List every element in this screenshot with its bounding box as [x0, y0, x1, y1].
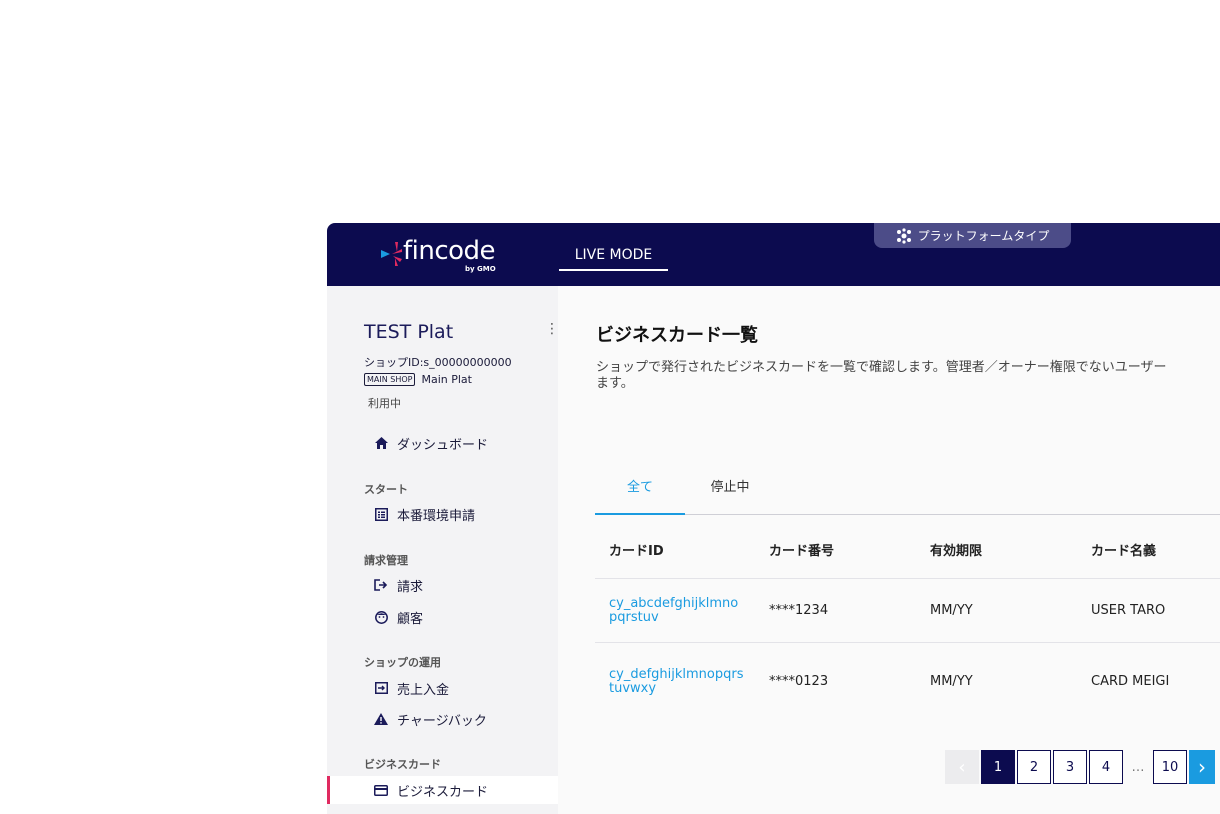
shop-id: ショップID:s_00000000000: [364, 356, 512, 369]
card-holder: USER TARO: [1091, 603, 1166, 618]
platform-type-badge: プラットフォームタイプ: [874, 223, 1071, 248]
sidebar-item-label: 顧客: [397, 611, 424, 627]
platform-badge-label: プラットフォームタイプ: [917, 229, 1050, 243]
table-row[interactable]: cy_defghijklmnopqrstuvwxy ****0123 MM/YY…: [595, 643, 1220, 721]
sidebar-item-sales-deposit[interactable]: 売上入金: [327, 674, 558, 702]
page-button-1[interactable]: 1: [981, 750, 1015, 784]
sidebar-item-business-card[interactable]: ビジネスカード: [327, 776, 558, 804]
tab-all[interactable]: 全て: [595, 475, 685, 515]
shop-status: 利用中: [368, 397, 401, 410]
sidebar-item-chargeback[interactable]: チャージバック: [327, 705, 558, 733]
card-expiry: MM/YY: [930, 674, 973, 689]
card-expiry: MM/YY: [930, 603, 973, 618]
deposit-icon: [374, 681, 388, 695]
page-title: ビジネスカード一覧: [596, 325, 758, 346]
card-number: ****0123: [769, 674, 829, 689]
column-card-holder[interactable]: カード名義: [1091, 540, 1156, 559]
table-header: カードID カード番号 有効期限 カード名義: [595, 516, 1220, 579]
nav-section-operations: ショップの運用: [364, 656, 441, 669]
sidebar-item-label: ビジネスカード: [397, 784, 489, 800]
shop-menu-icon[interactable]: ⋮: [545, 321, 559, 337]
sidebar-item-label: ダッシュボード: [397, 437, 489, 453]
page-button-4[interactable]: 4: [1089, 750, 1123, 784]
card-number: ****1234: [769, 603, 829, 618]
sidebar-item-dashboard[interactable]: ダッシュボード: [327, 429, 558, 457]
credit-card-icon: [374, 783, 388, 797]
nav-section-start: スタート: [364, 483, 408, 496]
sidebar-item-invoice[interactable]: 請求: [327, 571, 558, 599]
card-holder: CARD MEIGI: [1091, 674, 1170, 689]
page-description-line: ます。: [596, 376, 634, 391]
invoice-arrow-icon: [374, 578, 388, 592]
face-icon: [374, 610, 388, 624]
top-header: fincode by GMO LIVE MODE プラットフォームタイプ: [327, 223, 1220, 286]
main-shop-tag: MAIN SHOP: [364, 373, 416, 386]
sidebar-item-label: チャージバック: [397, 713, 487, 729]
platform-icon: [896, 227, 911, 244]
table-row[interactable]: cy_abcdefghijklmnopqrstuv ****1234 MM/YY…: [595, 579, 1220, 643]
page-button-10[interactable]: 10: [1153, 750, 1187, 784]
main-shop-row: MAIN SHOP Main Plat: [364, 373, 472, 386]
card-status-tabs: 全て 停止中: [595, 475, 1220, 515]
prev-page-button[interactable]: ‹: [945, 750, 979, 784]
list-document-icon: [374, 507, 388, 521]
sidebar-item-label: 売上入金: [397, 682, 450, 698]
card-id-link[interactable]: cy_defghijklmnopqrstuvwxy: [609, 668, 744, 696]
sidebar-item-label: 本番環境申請: [397, 508, 476, 524]
page-button-2[interactable]: 2: [1017, 750, 1051, 784]
card-id-link[interactable]: cy_abcdefghijklmnopqrstuv: [609, 597, 744, 625]
logo-by-gmo: by GMO: [465, 265, 496, 273]
app-window: fincode by GMO LIVE MODE プラットフォームタイプ TES…: [327, 223, 1220, 814]
column-card-id[interactable]: カードID: [609, 540, 664, 559]
live-mode-tab[interactable]: LIVE MODE: [559, 243, 668, 271]
page-button-3[interactable]: 3: [1053, 750, 1087, 784]
home-icon: [374, 436, 388, 450]
next-page-button[interactable]: ›: [1189, 750, 1215, 784]
sidebar-item-customer[interactable]: 顧客: [327, 603, 558, 631]
logo-wordmark: fincode: [403, 236, 496, 266]
sidebar-item-production-apply[interactable]: 本番環境申請: [327, 500, 558, 528]
fincode-logo[interactable]: fincode by GMO: [381, 236, 505, 276]
fincode-mark-icon: [381, 242, 402, 266]
pagination: ‹ 1 2 3 4 … 10 ›: [945, 750, 1217, 784]
pagination-ellipsis: …: [1131, 759, 1145, 775]
page-description-line: ショップで発行されたビジネスカードを一覧で確認します。管理者／オーナー権限でない…: [596, 360, 1167, 375]
main-content: ビジネスカード一覧 ショップで発行されたビジネスカードを一覧で確認します。管理者…: [558, 286, 1220, 814]
nav-section-business-card: ビジネスカード: [364, 758, 441, 771]
nav-section-billing: 請求管理: [364, 554, 408, 567]
main-shop-name: Main Plat: [421, 373, 472, 386]
sidebar-item-label: 請求: [397, 579, 424, 595]
page-description: ショップで発行されたビジネスカードを一覧で確認します。管理者／オーナー権限でない…: [596, 360, 1220, 392]
column-card-number[interactable]: カード番号: [769, 540, 834, 559]
column-expiry[interactable]: 有効期限: [930, 540, 982, 559]
warning-icon: [374, 712, 388, 726]
shop-name: TEST Plat: [364, 321, 454, 343]
tab-suspended[interactable]: 停止中: [685, 475, 775, 515]
sidebar: TEST Plat ⋮ ショップID:s_00000000000 MAIN SH…: [327, 286, 559, 814]
